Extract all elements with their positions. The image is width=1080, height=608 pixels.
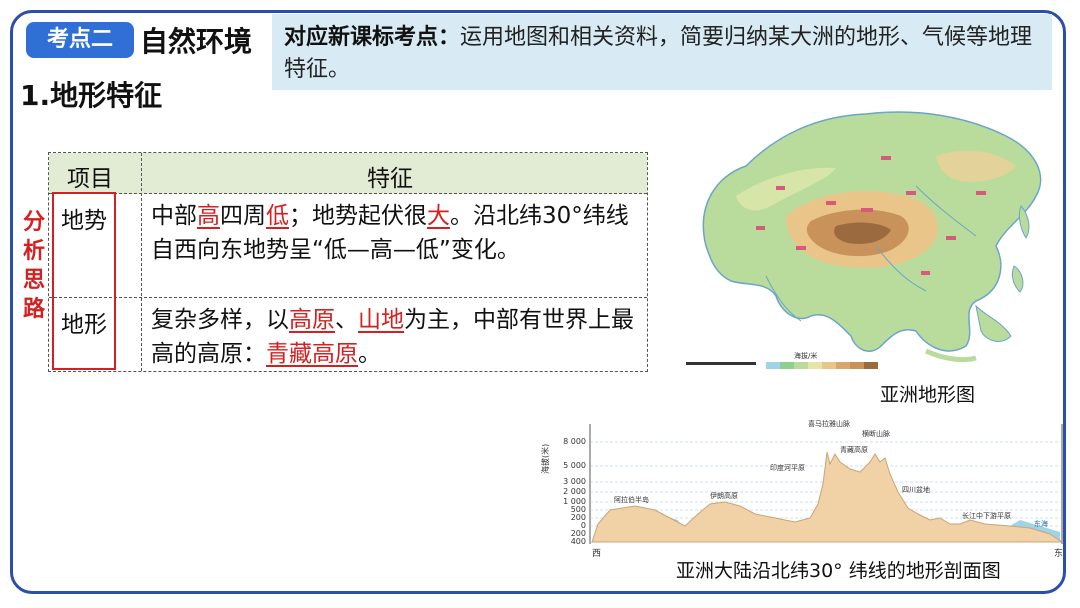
row-divider: [49, 297, 647, 298]
annotation: 阿拉伯半岛: [614, 495, 649, 504]
map-image: 海拔/米: [676, 96, 1056, 376]
x-label-east: 东: [1054, 547, 1063, 558]
y-axis-label: 海拔(米): [540, 444, 550, 474]
row-feature-relief: 中部高四周低；地势起伏很大。沿北纬30°纬线自西向东地势呈“低—高—低”变化。: [151, 203, 629, 263]
answer-text: 大: [427, 203, 450, 229]
asia-relief-map: 海拔/米: [676, 96, 1056, 376]
answer-text: 高: [197, 203, 220, 229]
highlight-box: [52, 192, 116, 370]
feature-table: 项目 特征 地势 中部高四周低；地势起伏很大。沿北纬30°纬线自西向东地势呈“低…: [48, 152, 648, 372]
column-divider: [141, 153, 142, 371]
profile-chart: 8 000 5 000 3 000 2 000 1 000 500 200 0 …: [540, 419, 1064, 559]
answer-text: 高原: [289, 307, 335, 333]
header-item: 项目: [67, 166, 113, 192]
annotation: 横断山脉: [862, 429, 890, 438]
answer-text: 山地: [358, 307, 404, 333]
annotation: 东海: [1034, 519, 1048, 528]
annotation: 伊朗高原: [710, 491, 738, 500]
legend-title: 海拔/米: [794, 351, 817, 360]
curriculum-standard-box: 对应新课标考点：运用地图和相关资料，简要归纳某大洲的地形、气候等地理特征。: [272, 14, 1052, 90]
row-feature-landform: 复杂多样，以高原、山地为主，中部有世界上最高的高原：青藏高原。: [151, 307, 634, 367]
y-tick: 400: [571, 537, 586, 546]
annotation: 喜马拉雅山脉: [808, 419, 850, 428]
y-tick: 5 000: [563, 461, 586, 470]
y-tick: 8 000: [563, 437, 586, 446]
x-label-west: 西: [592, 548, 601, 558]
terrain-profile: 8 000 5 000 3 000 2 000 1 000 500 200 0 …: [540, 414, 1070, 559]
annotation: 印度河平原: [770, 463, 805, 472]
table-header-row: [49, 153, 647, 194]
analysis-note: 分析思路: [22, 210, 45, 322]
y-tick: 2 000: [563, 487, 586, 496]
annotation: 四川盆地: [902, 485, 930, 494]
subtitle: 1.地形特征: [20, 79, 163, 112]
topic-tag: 考点二: [26, 22, 134, 58]
answer-text: 低: [266, 203, 289, 229]
section-title: 自然环境: [140, 25, 253, 58]
standard-lead: 对应新课标考点：: [284, 25, 461, 50]
annotation: 青藏高原: [840, 445, 868, 454]
header-feature: 特征: [367, 166, 413, 192]
y-tick: 3 000: [563, 477, 586, 486]
annotation: 长江中下游平原: [962, 511, 1011, 520]
map-caption: 亚洲地形图: [880, 384, 976, 406]
elevation-legend: [766, 362, 878, 369]
answer-text: 青藏高原: [266, 341, 358, 367]
profile-caption: 亚洲大陆沿北纬30° 纬线的地形剖面图: [676, 560, 1001, 582]
